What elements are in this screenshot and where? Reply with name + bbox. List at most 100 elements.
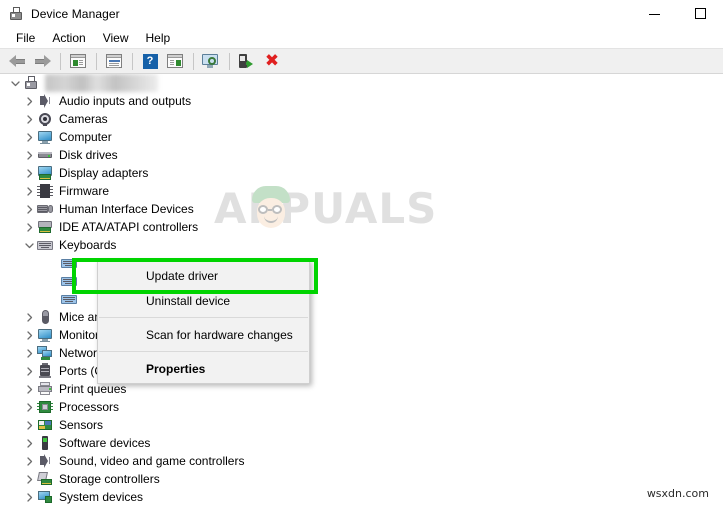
menu-help[interactable]: Help (138, 29, 180, 47)
chevron-right-icon[interactable] (22, 488, 37, 506)
toolbar-separator (193, 52, 194, 70)
tree-chevron-placeholder (46, 254, 61, 272)
tree-item[interactable]: System devices (0, 488, 723, 506)
tree-item-label: Cameras (59, 112, 108, 126)
network-icon (37, 345, 53, 361)
keyboard-device-icon (61, 273, 77, 289)
back-button[interactable] (5, 50, 29, 72)
minimize-button[interactable] (631, 0, 677, 27)
chevron-down-icon[interactable] (8, 74, 23, 92)
disk-drive-icon (37, 147, 53, 163)
chevron-right-icon[interactable] (22, 92, 37, 110)
processor-icon (37, 399, 53, 415)
chevron-right-icon[interactable] (22, 110, 37, 128)
tree-chevron-placeholder (46, 272, 61, 290)
chevron-right-icon[interactable] (22, 164, 37, 182)
tree-item-label: Storage controllers (59, 472, 160, 486)
chip-icon (37, 183, 53, 199)
red-x-icon: ✖ (264, 50, 280, 71)
chevron-right-icon[interactable] (22, 470, 37, 488)
update-driver-icon (167, 54, 183, 68)
tree-item-label: System devices (59, 490, 144, 504)
device-manager-window: Device Manager File Action View Help ? ✖… (0, 0, 723, 506)
chevron-right-icon[interactable] (22, 398, 37, 416)
tree-chevron-placeholder (46, 290, 61, 308)
context-menu-item-uninstall-device[interactable]: Uninstall device (98, 288, 309, 313)
tree-item[interactable]: IDE ATA/ATAPI controllers (0, 218, 723, 236)
context-menu[interactable]: Update driver Uninstall device Scan for … (97, 260, 310, 384)
tree-item-label: IDE ATA/ATAPI controllers (59, 220, 199, 234)
add-legacy-hardware-button[interactable] (235, 50, 259, 72)
hid-icon (37, 201, 53, 217)
help-button[interactable]: ? (138, 50, 162, 72)
tree-item[interactable]: Sensors (0, 416, 723, 434)
tree-item[interactable]: Sound, video and game controllers (0, 452, 723, 470)
window-controls (631, 0, 723, 27)
forward-button[interactable] (30, 50, 54, 72)
tree-item[interactable]: Audio inputs and outputs (0, 92, 723, 110)
monitor-icon (37, 129, 53, 145)
chevron-right-icon[interactable] (22, 218, 37, 236)
tree-item[interactable]: Human Interface Devices (0, 200, 723, 218)
menu-bar: File Action View Help (0, 27, 723, 48)
chevron-right-icon[interactable] (22, 200, 37, 218)
tree-item[interactable]: Firmware (0, 182, 723, 200)
chevron-right-icon[interactable] (22, 344, 37, 362)
tree-item-label: Computer (59, 130, 112, 144)
device-manager-icon (8, 6, 24, 22)
chevron-right-icon[interactable] (22, 434, 37, 452)
storage-controller-icon (37, 471, 53, 487)
chevron-right-icon[interactable] (22, 452, 37, 470)
tree-item-label: Firmware (59, 184, 109, 198)
context-menu-item-scan-for-hardware-changes[interactable]: Scan for hardware changes (98, 322, 309, 347)
arrow-right-icon (34, 54, 51, 68)
keyboard-device-icon (61, 255, 77, 271)
tree-item-label: DESKTOP-XXXXXX (45, 74, 159, 92)
context-menu-item-properties[interactable]: Properties (98, 356, 309, 381)
chevron-right-icon[interactable] (22, 146, 37, 164)
context-menu-separator (99, 351, 308, 352)
arrow-left-icon (8, 54, 26, 68)
uninstall-device-button[interactable]: ✖ (260, 50, 284, 72)
tree-item-label: Display adapters (59, 166, 149, 180)
properties-button[interactable] (102, 50, 126, 72)
properties-icon (106, 54, 122, 68)
chevron-right-icon[interactable] (22, 182, 37, 200)
tree-item[interactable]: Cameras (0, 110, 723, 128)
chevron-down-icon[interactable] (22, 236, 37, 254)
camera-icon (37, 111, 53, 127)
tree-item[interactable]: Storage controllers (0, 470, 723, 488)
speaker-icon (37, 453, 53, 469)
software-device-icon (37, 435, 53, 451)
tree-item-label: Keyboards (59, 238, 117, 252)
menu-action[interactable]: Action (44, 29, 94, 47)
monitor-icon (37, 327, 53, 343)
tree-item-label: Software devices (59, 436, 151, 450)
update-driver-button[interactable] (163, 50, 187, 72)
tree-item[interactable]: Keyboards (0, 236, 723, 254)
title-bar: Device Manager (0, 0, 723, 27)
show-hide-console-tree-button[interactable] (66, 50, 90, 72)
chevron-right-icon[interactable] (22, 308, 37, 326)
chevron-right-icon[interactable] (22, 326, 37, 344)
menu-view[interactable]: View (95, 29, 138, 47)
tree-item[interactable]: Display adapters (0, 164, 723, 182)
tree-item[interactable]: Disk drives (0, 146, 723, 164)
tree-item[interactable]: Software devices (0, 434, 723, 452)
chevron-right-icon[interactable] (22, 416, 37, 434)
chevron-right-icon[interactable] (22, 128, 37, 146)
port-icon (37, 363, 53, 379)
menu-file[interactable]: File (8, 29, 44, 47)
tree-item-label: Audio inputs and outputs (59, 94, 192, 108)
maximize-button[interactable] (677, 0, 723, 27)
scan-devices-button[interactable] (199, 50, 223, 72)
chevron-right-icon[interactable] (22, 380, 37, 398)
tree-item-label: Processors (59, 400, 120, 414)
chevron-right-icon[interactable] (22, 362, 37, 380)
system-device-icon (37, 489, 53, 505)
tree-item[interactable]: Processors (0, 398, 723, 416)
tree-item[interactable]: Computer (0, 128, 723, 146)
toolbar-separator (96, 52, 97, 70)
context-menu-item-update-driver[interactable]: Update driver (98, 263, 309, 288)
tree-root-node[interactable]: DESKTOP-XXXXXX (0, 74, 723, 92)
